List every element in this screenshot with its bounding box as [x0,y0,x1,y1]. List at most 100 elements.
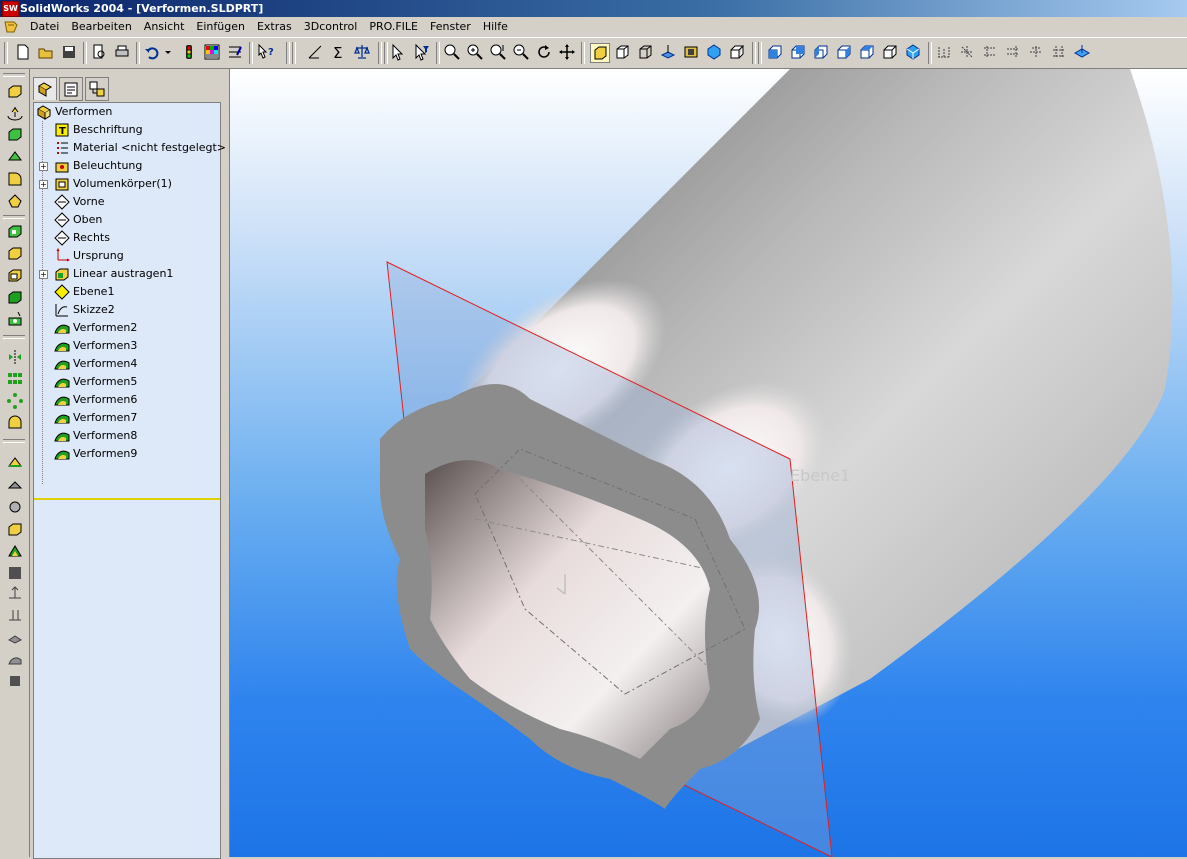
expand-toggle[interactable]: + [39,162,48,171]
mirror-icon[interactable] [6,348,24,366]
dome-icon[interactable] [6,414,24,432]
menu-ansicht[interactable]: Ansicht [138,17,191,37]
cut-revolve-icon[interactable] [6,244,24,262]
tree-item[interactable]: Rechts [34,229,220,247]
rib-icon[interactable] [6,288,24,306]
zoom-in-out-icon[interactable] [489,43,507,61]
perspective-icon[interactable] [682,43,700,61]
pan-icon[interactable] [558,43,576,61]
fill-surface-icon[interactable] [6,628,24,646]
menu-3dcontrol[interactable]: 3Dcontrol [298,17,364,37]
flex-icon[interactable] [6,520,24,538]
freeform-icon[interactable] [6,650,24,668]
dropdown-icon[interactable] [163,43,173,61]
tree-item[interactable]: Verformen9 [34,445,220,463]
wireframe-icon[interactable] [636,43,654,61]
tree-item[interactable]: Oben [34,211,220,229]
traffic-light-icon[interactable] [180,43,198,61]
select-filter-icon[interactable] [413,43,431,61]
tree-item[interactable]: + Beleuchtung [34,157,220,175]
rollback-bar[interactable] [34,498,220,500]
iso-view-icon[interactable] [881,43,899,61]
tree-item[interactable]: Verformen2 [34,319,220,337]
dim-2-icon[interactable] [958,43,976,61]
tree-item[interactable]: T Beschriftung [34,121,220,139]
graphics-area[interactable]: Ebene1 [229,69,1187,857]
sketch-icon[interactable] [307,43,325,61]
color-palette-icon[interactable] [203,43,221,61]
indent-icon[interactable] [6,606,24,624]
tab-configurationmanager[interactable] [85,77,109,101]
dim-4-icon[interactable] [1004,43,1022,61]
shadow-icon[interactable] [705,43,723,61]
print-icon[interactable] [113,43,131,61]
expand-toggle[interactable]: + [39,180,48,189]
dim-1-icon[interactable] [935,43,953,61]
combine-icon[interactable] [6,672,24,690]
menu-extras[interactable]: Extras [251,17,298,37]
menu-profile[interactable]: PRO.FILE [363,17,424,37]
wrap-icon[interactable] [6,498,24,516]
tree-item[interactable]: Verformen8 [34,427,220,445]
new-icon[interactable] [14,43,32,61]
top-view-icon[interactable] [858,43,876,61]
tree-item[interactable]: Ebene1 [34,283,220,301]
rotate-icon[interactable] [535,43,553,61]
options-icon[interactable] [226,43,244,61]
dim-3-icon[interactable] [981,43,999,61]
sweep-icon[interactable] [6,126,24,144]
tab-featuremanager[interactable] [33,77,57,100]
dim-6-icon[interactable] [1050,43,1068,61]
menu-datei[interactable]: Datei [24,17,65,37]
select-icon[interactable] [390,43,408,61]
tree-item[interactable]: + Linear austragen1 [34,265,220,283]
tree-item[interactable]: Verformen3 [34,337,220,355]
deform-icon[interactable] [6,542,24,560]
solidworks-menu-icon[interactable] [3,19,19,35]
whats-this-icon[interactable]: ? [257,43,275,61]
menu-bearbeiten[interactable]: Bearbeiten [65,17,137,37]
draft-icon[interactable] [6,452,24,470]
linear-pattern-icon[interactable] [6,370,24,388]
fillet-icon[interactable] [6,170,24,188]
dim-5-icon[interactable] [1027,43,1045,61]
zoom-selection-icon[interactable] [512,43,530,61]
loft-icon[interactable] [6,148,24,166]
balance-icon[interactable] [353,43,371,61]
tree-item[interactable]: Vorne [34,193,220,211]
tab-propertymanager[interactable] [59,77,83,101]
menu-hilfe[interactable]: Hilfe [477,17,514,37]
tree-item[interactable]: Ursprung [34,247,220,265]
zoom-area-icon[interactable] [466,43,484,61]
menu-einfuegen[interactable]: Einfügen [190,17,251,37]
shell-icon[interactable] [6,266,24,284]
right-view-icon[interactable] [835,43,853,61]
normal-to-icon[interactable] [904,43,922,61]
hidden-lines-icon[interactable] [613,43,631,61]
menu-fenster[interactable]: Fenster [424,17,477,37]
extrude-boss-icon[interactable] [6,82,24,100]
section-icon[interactable] [659,43,677,61]
tree-item[interactable]: Material <nicht festgelegt> [34,139,226,157]
plane-icon[interactable] [1073,43,1091,61]
view-orient-icon[interactable] [728,43,746,61]
print-preview-icon[interactable] [90,43,108,61]
thicken-icon[interactable] [6,584,24,602]
expand-toggle[interactable]: + [39,270,48,279]
sum-icon[interactable]: Σ [330,43,348,62]
chamfer-icon[interactable] [6,192,24,210]
split-line-icon[interactable] [6,476,24,494]
left-view-icon[interactable] [812,43,830,61]
zoom-fit-icon[interactable] [443,43,461,61]
cut-extrude-icon[interactable] [6,222,24,240]
circular-pattern-icon[interactable] [6,392,24,410]
undo-icon[interactable] [143,43,161,61]
hole-wizard-icon[interactable] [6,310,24,328]
tree-item[interactable]: Skizze2 [34,301,220,319]
tree-item[interactable]: Verformen7 [34,409,220,427]
save-icon[interactable] [60,43,78,61]
open-icon[interactable] [37,43,55,61]
front-view-icon[interactable] [766,43,784,61]
revolve-icon[interactable] [6,104,24,122]
tree-item[interactable]: Verformen6 [34,391,220,409]
